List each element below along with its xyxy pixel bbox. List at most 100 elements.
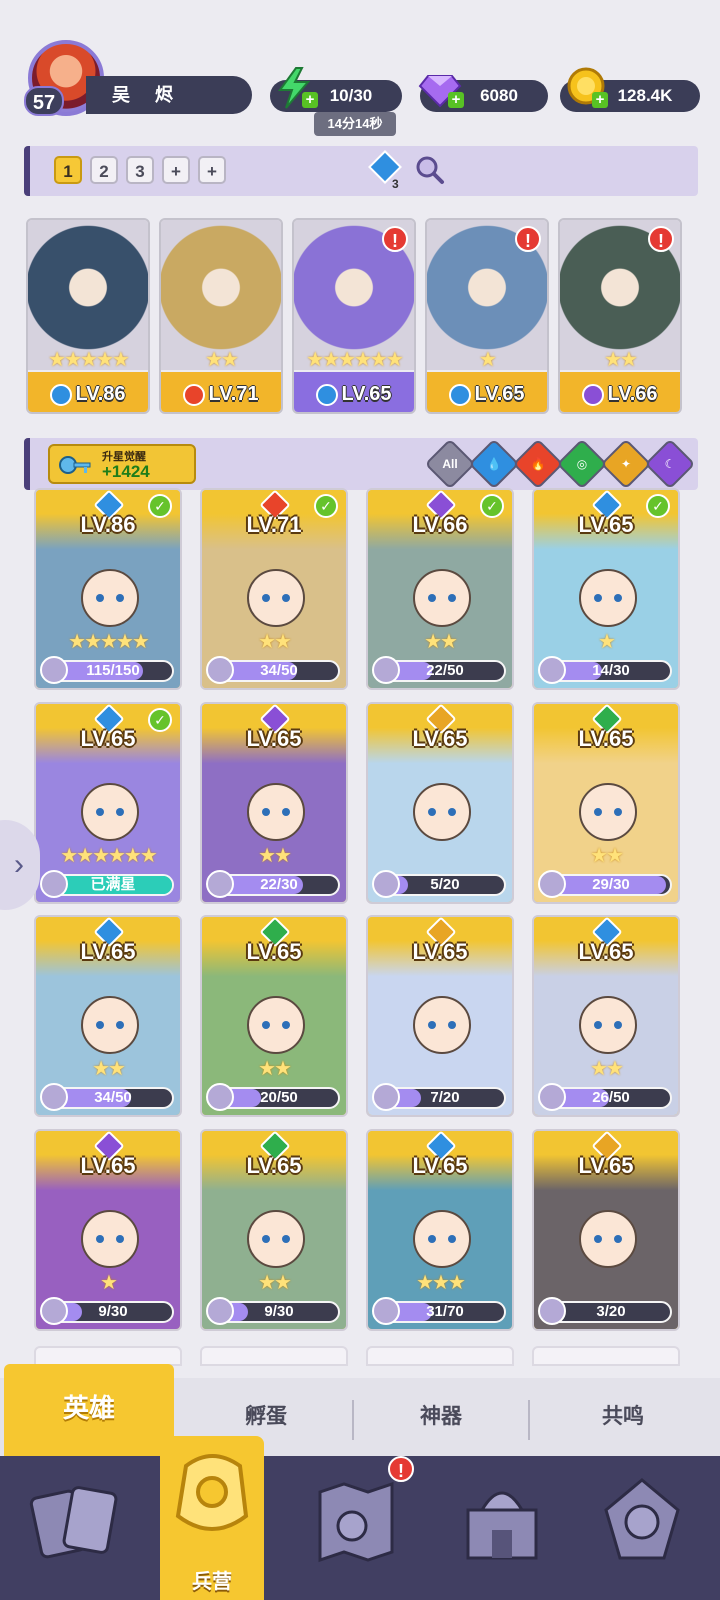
- hero-card[interactable]: LV.65 ★★ 29/30: [532, 702, 680, 904]
- hero-face: [579, 1210, 637, 1268]
- hero-stars: ★: [598, 631, 616, 653]
- team-tab-add-1[interactable]: +: [162, 156, 190, 184]
- team-hero-card[interactable]: ★★ LV.71: [159, 218, 283, 414]
- hero-level: LV.65: [578, 726, 634, 751]
- filter-all-button[interactable]: All: [424, 438, 476, 490]
- hero-level: LV.71: [161, 383, 281, 406]
- team-selector-bar: 1 2 3 + + 3: [24, 146, 698, 196]
- hero-face: [81, 783, 139, 841]
- team-hero-card[interactable]: ★ LV.65!: [425, 218, 549, 414]
- shard-progress-text: 已满星: [90, 876, 136, 893]
- shard-progress-text: 7/20: [430, 1089, 460, 1106]
- shard-progress-bar: 34/50: [40, 1083, 174, 1111]
- team-tab-1[interactable]: 1: [54, 156, 82, 184]
- element-icon: [582, 383, 605, 406]
- shard-progress-text: 29/30: [592, 876, 630, 893]
- hero-card[interactable]: ✓ LV.65 ★ 14/30: [532, 488, 680, 690]
- tab-resonance[interactable]: 共鸣: [530, 1378, 716, 1456]
- hero-card[interactable]: LV.65 ★ 9/30: [34, 1129, 182, 1331]
- shard-progress-text: 34/50: [260, 662, 298, 679]
- hero-level: LV.65: [246, 726, 302, 751]
- team-tab-3[interactable]: 3: [126, 156, 154, 184]
- shard-progress-bar: 3/20: [538, 1297, 672, 1325]
- nav-guild[interactable]: [592, 1470, 692, 1580]
- hero-level: LV.65: [412, 1153, 468, 1178]
- hero-stars: ★★: [604, 349, 638, 371]
- hero-card[interactable]: LV.65 5/20: [366, 702, 514, 904]
- hero-face: [247, 783, 305, 841]
- hero-face: [247, 1210, 305, 1268]
- team-hero-card[interactable]: ★★ LV.66!: [558, 218, 682, 414]
- water-element-icon[interactable]: 3: [366, 150, 406, 192]
- guild-icon: [604, 1478, 680, 1560]
- hero-card[interactable]: LV.65 3/20: [532, 1129, 680, 1331]
- hero-level-text: LV.65: [474, 383, 525, 405]
- sub-tab-bar: 英雄 孵蛋 神器 共鸣: [0, 1364, 720, 1456]
- hero-level: LV.65: [80, 1153, 136, 1178]
- shard-progress-text: 115/150: [86, 662, 140, 679]
- hero-card[interactable]: LV.65 ★★ 34/50: [34, 915, 182, 1117]
- alert-badge: !: [648, 226, 674, 252]
- hero-card[interactable]: LV.65 ★★ 20/50: [200, 915, 348, 1117]
- hero-card[interactable]: LV.65 ★★ 22/30: [200, 702, 348, 904]
- hero-card[interactable]: LV.65 ★★ 26/50: [532, 915, 680, 1117]
- hero-level: LV.65: [412, 939, 468, 964]
- hero-stars: ★★: [92, 1058, 126, 1080]
- hero-card[interactable]: ✓ LV.66 ★★ 22/50: [366, 488, 514, 690]
- element-icon: [316, 383, 339, 406]
- tab-heroes[interactable]: 英雄: [4, 1364, 174, 1456]
- water-icon: 💧: [486, 457, 502, 471]
- filter-fire-button[interactable]: 🔥: [512, 438, 564, 490]
- hero-card-peek: [366, 1346, 514, 1366]
- filter-dark-button[interactable]: ☾: [644, 438, 696, 490]
- nav-map[interactable]: !: [306, 1456, 414, 1580]
- add-energy-icon[interactable]: +: [302, 92, 318, 108]
- team-hero-card[interactable]: ★★★★★ LV.86: [26, 218, 150, 414]
- hero-card[interactable]: LV.65 ★★★ 31/70: [366, 1129, 514, 1331]
- hero-stars: ★: [100, 1272, 118, 1294]
- hero-card[interactable]: ✓ LV.65 ★★★★★★ 已满星: [34, 702, 182, 904]
- search-icon[interactable]: [414, 154, 446, 186]
- hero-card[interactable]: ✓ LV.86 ★★★★★ 115/150: [34, 488, 182, 690]
- nav-cards[interactable]: [26, 1470, 126, 1580]
- hero-level: LV.65: [427, 383, 547, 406]
- hero-card[interactable]: LV.65 7/20: [366, 915, 514, 1117]
- hero-card[interactable]: ✓ LV.71 ★★ 34/50: [200, 488, 348, 690]
- shard-progress-bar: 20/50: [206, 1083, 340, 1111]
- hero-level: LV.65: [80, 726, 136, 751]
- hero-level-text: LV.65: [341, 383, 392, 405]
- shard-progress-bar: 22/50: [372, 656, 506, 684]
- nav-barracks[interactable]: 兵营: [160, 1436, 264, 1600]
- add-coin-icon[interactable]: +: [592, 92, 608, 108]
- team-tab-2[interactable]: 2: [90, 156, 118, 184]
- hero-stars: ★★★★★★: [306, 349, 404, 371]
- add-gem-icon[interactable]: +: [448, 92, 464, 108]
- team-hero-card[interactable]: ★★★★★★ LV.65!: [292, 218, 416, 414]
- awaken-key-button[interactable]: 升星觉醒 +1424: [48, 444, 196, 484]
- hero-face: [81, 996, 139, 1054]
- tab-artifact[interactable]: 神器: [354, 1378, 528, 1456]
- hero-face: [247, 569, 305, 627]
- alert-badge: !: [382, 226, 408, 252]
- filter-wind-button[interactable]: ◎: [556, 438, 608, 490]
- filter-light-button[interactable]: ✦: [600, 438, 652, 490]
- filter-all-label: All: [442, 457, 458, 471]
- hero-stars: ★★★★★: [68, 631, 150, 653]
- hero-stars: ★★★: [416, 1272, 466, 1294]
- hero-face: [413, 569, 471, 627]
- hero-card[interactable]: LV.65 ★★ 9/30: [200, 1129, 348, 1331]
- filter-water-button[interactable]: 💧: [468, 438, 520, 490]
- hero-stars: ★★: [258, 631, 292, 653]
- team-tab-add-2[interactable]: +: [198, 156, 226, 184]
- hero-stars: ★★: [424, 631, 458, 653]
- nav-castle[interactable]: [452, 1470, 552, 1580]
- shard-progress-text: 34/50: [94, 1089, 132, 1106]
- hero-face: [579, 569, 637, 627]
- shard-progress-text: 20/50: [260, 1089, 298, 1106]
- hero-level: LV.65: [246, 1153, 302, 1178]
- moon-icon: ☾: [664, 457, 676, 471]
- hero-face: [81, 569, 139, 627]
- top-status-bar: 57 吴 烬 10/30 + 14分14秒 6080 + 128.4K +: [0, 0, 720, 140]
- hero-face: [413, 783, 471, 841]
- player-name: 吴 烬: [86, 76, 252, 114]
